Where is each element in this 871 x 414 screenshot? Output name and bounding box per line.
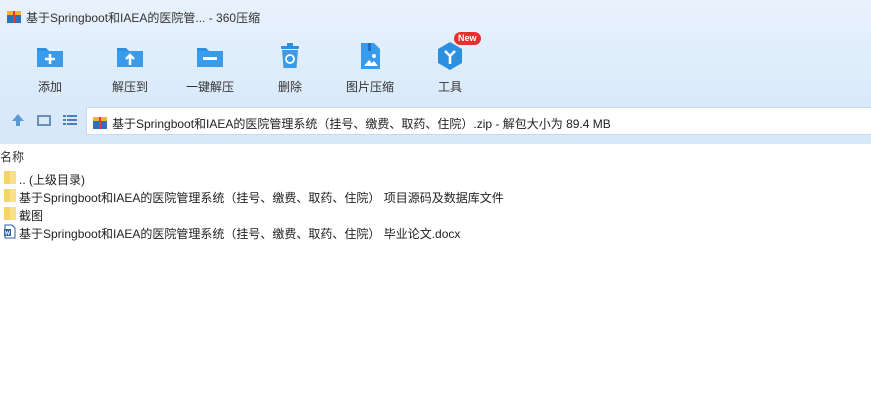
tools-label: 工具 [437,80,462,94]
extract-to-label: 解压到 [111,80,148,94]
folder-icon [4,207,16,220]
image-compress-icon [361,43,380,69]
extract-to-icon [117,48,143,67]
folder-icon [4,171,16,184]
new-badge: New [454,32,481,45]
add-label: 添加 [37,80,62,94]
navigation-bar: 基于Springboot和IAEA的医院管理系统（挂号、缴费、取药、住院）.zi… [0,106,871,136]
list-view-icon[interactable] [61,111,79,129]
window-title: 基于Springboot和IAEA的医院管... - 360压缩 [26,11,261,25]
toolbar: 添加 解压到 一键解压 删除 图片压缩 New 工具 [0,32,871,100]
header-area: 基于Springboot和IAEA的医院管... - 360压缩 添加 解压到 [0,0,871,144]
image-compress-button[interactable]: 图片压缩 [330,36,410,100]
image-compress-label: 图片压缩 [345,80,394,94]
list-item[interactable]: 基于Springboot和IAEA的医院管理系统（挂号、缴费、取药、住院） 毕业… [0,223,871,241]
zip-archive-icon [93,117,107,129]
list-item[interactable]: 基于Springboot和IAEA的医院管理系统（挂号、缴费、取药、住院） 项目… [0,187,871,205]
delete-button[interactable]: 删除 [250,36,330,100]
one-click-extract-label: 一键解压 [185,80,234,94]
delete-icon [281,43,299,68]
list-item-name: 基于Springboot和IAEA的医院管理系统（挂号、缴费、取药、住院） 毕业… [19,227,461,241]
address-bar[interactable]: 基于Springboot和IAEA的医院管理系统（挂号、缴费、取药、住院）.zi… [86,107,871,135]
archive-app-icon [7,11,21,23]
up-arrow-icon[interactable] [9,111,27,129]
add-button[interactable]: 添加 [10,36,90,100]
thumbnail-view-icon[interactable] [35,111,53,129]
file-list: 名称 .. (上级目录) 基于Springboot和IAEA的医院管理系统（挂号… [0,144,871,414]
list-item-name: 截图 [19,209,44,223]
one-click-extract-button[interactable]: 一键解压 [170,36,250,100]
address-text: 基于Springboot和IAEA的医院管理系统（挂号、缴费、取药、住院）.zi… [112,117,611,131]
list-item-name: 基于Springboot和IAEA的医院管理系统（挂号、缴费、取药、住院） 项目… [19,191,504,205]
extract-to-button[interactable]: 解压到 [90,36,170,100]
add-icon [37,48,63,67]
list-item[interactable]: .. (上级目录) [0,169,871,187]
list-item-name: .. (上级目录) [19,173,85,187]
word-document-icon [4,224,16,239]
one-click-extract-icon [197,48,223,67]
delete-label: 删除 [277,80,302,94]
title-bar: 基于Springboot和IAEA的医院管... - 360压缩 [0,0,871,32]
list-item[interactable]: 截图 [0,205,871,223]
folder-icon [4,189,16,202]
tools-button[interactable]: New 工具 [410,32,490,100]
column-header-name[interactable]: 名称 [0,148,24,166]
